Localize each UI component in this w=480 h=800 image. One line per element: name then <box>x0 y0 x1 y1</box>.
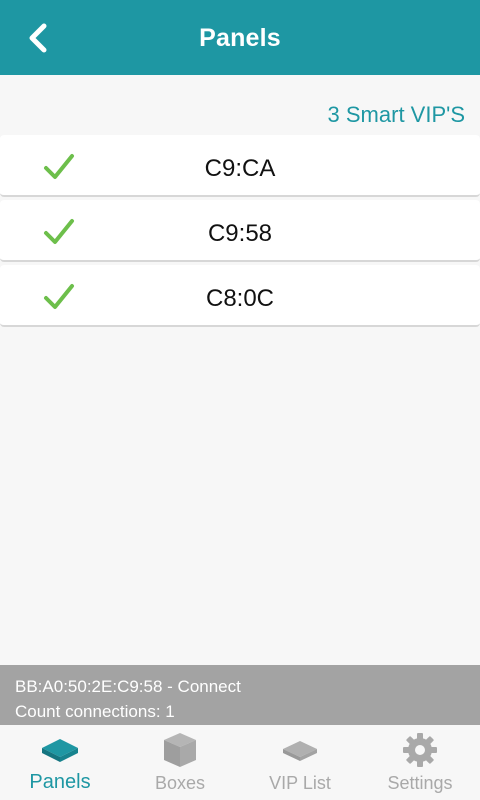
panel-row[interactable]: C9:CA <box>0 135 480 197</box>
connection-status-text: BB:A0:50:2E:C9:58 - Connect <box>15 677 241 696</box>
bottom-navigation: Panels Boxes VIP List Settings <box>0 725 480 800</box>
panel-name: C8:0C <box>205 285 275 312</box>
connection-status-bar: BB:A0:50:2E:C9:58 - Connect Count connec… <box>0 665 480 725</box>
nav-label: Settings <box>387 773 453 793</box>
box-icon <box>164 733 196 767</box>
nav-item-boxes[interactable]: Boxes <box>120 725 240 800</box>
nav-label: Panels <box>29 771 91 793</box>
page-title: Panels <box>199 24 281 52</box>
nav-item-panels[interactable]: Panels <box>0 725 120 800</box>
nav-item-settings[interactable]: Settings <box>360 725 480 800</box>
panel-row[interactable]: C8:0C <box>0 265 480 327</box>
panel-count-label: 3 Smart VIP'S <box>327 102 465 127</box>
layers-icon <box>283 741 317 761</box>
panel-row[interactable]: C9:58 <box>0 200 480 262</box>
panel-list: C9:CA C9:58 C8:0C <box>0 135 480 330</box>
panel-name: C9:CA <box>204 155 276 182</box>
nav-label: Boxes <box>154 773 206 793</box>
panel-icon <box>42 739 78 762</box>
app-bar: Panels <box>0 0 480 75</box>
nav-item-vip-list[interactable]: VIP List <box>240 725 360 800</box>
gear-icon <box>403 733 437 767</box>
connection-count-text: Count connections: 1 <box>15 702 175 721</box>
panel-name: C9:58 <box>207 220 273 247</box>
nav-label: VIP List <box>269 773 331 793</box>
